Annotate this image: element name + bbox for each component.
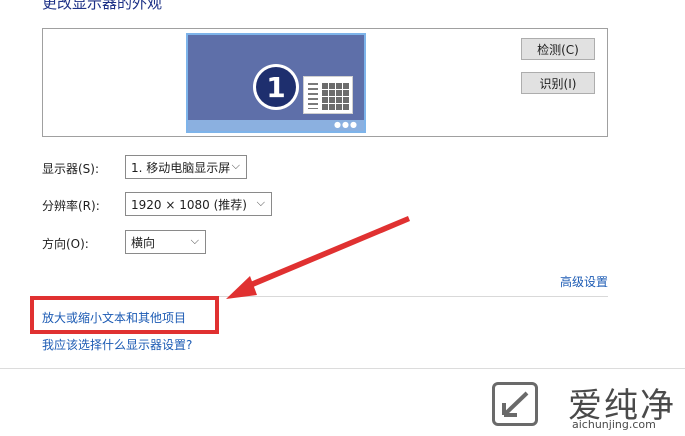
red-arrow-annotation [226, 216, 410, 299]
arrow-head [226, 276, 257, 299]
watermark: 爱纯净 aichunjing.com [480, 372, 685, 436]
bottom-divider [0, 368, 685, 369]
watermark-logo-icon [492, 382, 538, 426]
arrow-shaft [243, 216, 410, 290]
watermark-slash-icon [502, 391, 529, 417]
watermark-domain: aichunjing.com [572, 418, 656, 431]
